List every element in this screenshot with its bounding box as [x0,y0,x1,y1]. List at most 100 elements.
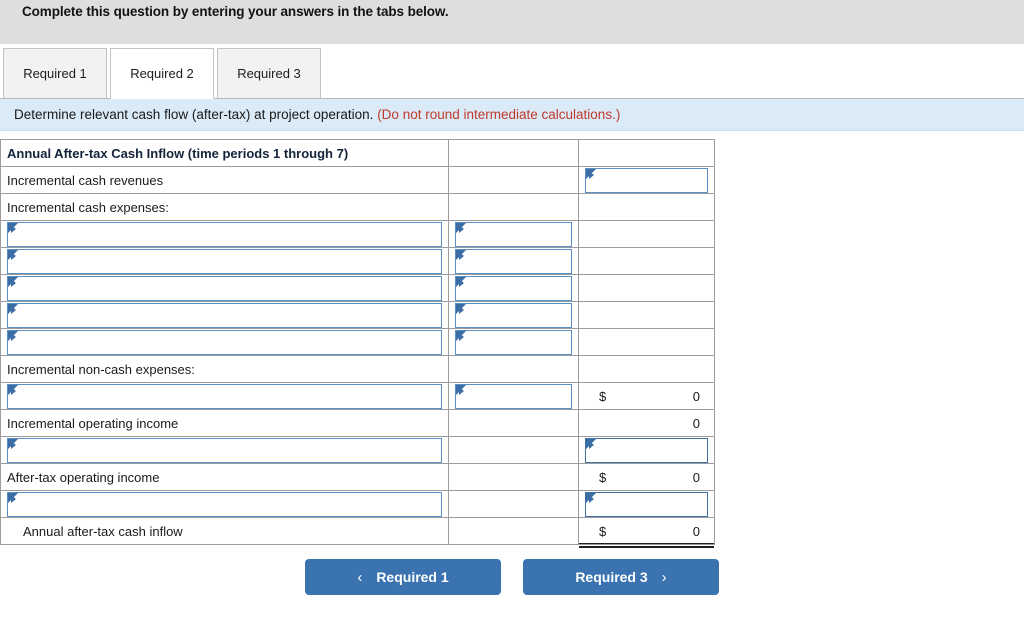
tax-dropdown-cell[interactable] [0,436,449,464]
tab-required-1[interactable]: Required 1 [3,48,107,99]
table-row [0,328,715,356]
incremental-operating-income-money: 0 [585,410,708,436]
expense-dropdown-cell-3[interactable] [0,274,449,302]
noncash-dropdown-cell[interactable] [0,382,449,410]
expense-dropdown-2-value [8,250,441,273]
addback-amount-input[interactable] [585,491,708,517]
top-instruction-bar: Complete this question by entering your … [0,0,1024,44]
tax-dropdown[interactable] [7,437,442,463]
table-row [0,274,715,302]
expense-amount-input-2[interactable] [455,248,572,274]
tab-strip: Required 1 Required 2 Required 3 [0,44,1024,99]
question-text: Determine relevant cash flow (after-tax)… [14,107,374,122]
expense-amount-cell-5[interactable] [448,328,579,356]
tab-required-1-label: Required 1 [23,66,87,81]
expense-amount-2-value [456,250,571,273]
chevron-right-icon: › [661,568,667,586]
expense-amount-1-value [456,223,571,246]
expense-amount-input-4[interactable] [455,302,572,328]
expense-dropdown-4[interactable] [7,302,442,328]
incremental-cash-revenues-value [586,169,707,192]
noncash-dropdown-value [8,385,441,408]
question-strip: Determine relevant cash flow (after-tax)… [0,99,1024,131]
table-row: After-tax operating income $ 0 [0,463,715,491]
row-value-cell-incremental-cash-revenues[interactable] [578,166,715,194]
expense-amount-input-1[interactable] [455,221,572,247]
expense-amount-cell-3[interactable] [448,274,579,302]
row-mid-after-tax-operating-income [448,463,579,491]
expense-dropdown-cell-1[interactable] [0,220,449,248]
table-row: Incremental operating income 0 [0,409,715,437]
annual-after-tax-cash-inflow-currency: $ [599,523,607,539]
annual-after-tax-cash-inflow-cell: $ 0 [578,517,715,549]
noncash-total-currency: $ [599,388,607,404]
row-label-incremental-cash-expenses: Incremental cash expenses: [0,193,449,221]
noncash-amount-value [456,385,571,408]
expense-dropdown-5[interactable] [7,329,442,355]
nav-button-row: ‹ Required 1 Required 3 › [0,545,1024,595]
question-note: (Do not round intermediate calculations.… [377,107,621,122]
addback-dropdown[interactable] [7,491,442,517]
expense-dropdown-3-value [8,277,441,300]
next-required-3-label: Required 3 [575,569,648,585]
incremental-operating-income-cell: 0 [578,409,715,437]
expense-amount-cell-4[interactable] [448,301,579,329]
addback-dropdown-cell[interactable] [0,490,449,518]
table-header-col3 [578,139,715,167]
row-mid-annual-after-tax-cash-inflow [448,517,579,545]
expense-dropdown-cell-5[interactable] [0,328,449,356]
top-instruction-text: Complete this question by entering your … [22,4,449,19]
expense-dropdown-cell-4[interactable] [0,301,449,329]
question-text-wrap: Determine relevant cash flow (after-tax)… [14,107,620,122]
after-tax-operating-income-currency: $ [599,469,607,485]
expense-row-2-value [578,247,715,275]
addback-amount-cell[interactable] [578,490,715,518]
table-row [0,301,715,329]
table-row [0,436,715,464]
expense-amount-cell-1[interactable] [448,220,579,248]
row-label-annual-after-tax-cash-inflow: Annual after-tax cash inflow [0,517,449,545]
tab-required-3[interactable]: Required 3 [217,48,321,99]
expense-dropdown-5-value [8,331,441,354]
tax-amount-input[interactable] [585,437,708,463]
expense-dropdown-cell-2[interactable] [0,247,449,275]
expense-amount-input-3[interactable] [455,275,572,301]
table-header-row: Annual After-tax Cash Inflow (time perio… [0,139,715,167]
table-row: Incremental cash revenues [0,166,715,194]
addback-mid-cell [448,490,579,518]
expense-row-1-value [578,220,715,248]
tab-required-2-label: Required 2 [130,66,194,81]
noncash-amount-input[interactable] [455,383,572,409]
worksheet-wrap: Annual After-tax Cash Inflow (time perio… [0,131,1024,549]
expense-dropdown-3[interactable] [7,275,442,301]
noncash-dropdown[interactable] [7,383,442,409]
expense-row-4-value [578,301,715,329]
tax-amount-cell[interactable] [578,436,715,464]
row-mid-incremental-cash-expenses [448,193,579,221]
prev-required-1-label: Required 1 [376,569,449,585]
incremental-operating-income-value: 0 [692,415,700,431]
addback-amount-value [586,493,707,516]
incremental-cash-revenues-input[interactable] [585,167,708,193]
expense-dropdown-1[interactable] [7,221,442,247]
annual-after-tax-cash-inflow-value: 0 [692,523,700,539]
expense-dropdown-4-value [8,304,441,327]
table-row: Incremental cash expenses: [0,193,715,221]
row-label-after-tax-operating-income: After-tax operating income [0,463,449,491]
tab-required-2[interactable]: Required 2 [110,48,214,99]
after-tax-operating-income-cell: $ 0 [578,463,715,491]
tax-amount-value [586,439,707,462]
expense-amount-3-value [456,277,571,300]
after-tax-operating-income-money: $ 0 [585,464,708,490]
next-required-3-button[interactable]: Required 3 › [523,559,719,595]
prev-required-1-button[interactable]: ‹ Required 1 [305,559,501,595]
expense-dropdown-2[interactable] [7,248,442,274]
noncash-amount-cell[interactable] [448,382,579,410]
expense-amount-input-5[interactable] [455,329,572,355]
table-row [0,220,715,248]
annual-after-tax-cash-inflow-money: $ 0 [585,518,708,544]
table-header-title: Annual After-tax Cash Inflow (time perio… [0,139,449,167]
row-label-incremental-cash-revenues: Incremental cash revenues [0,166,449,194]
table-row: Incremental non-cash expenses: [0,355,715,383]
expense-amount-cell-2[interactable] [448,247,579,275]
